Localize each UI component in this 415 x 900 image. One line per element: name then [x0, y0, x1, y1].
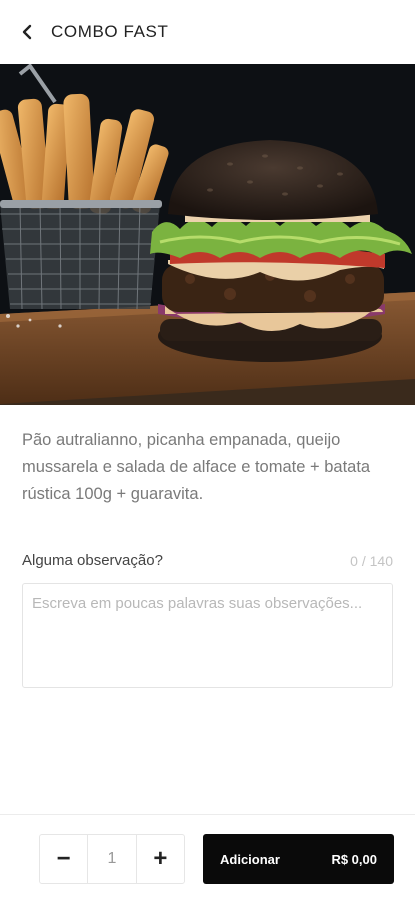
quantity-stepper: − 1 +: [39, 834, 185, 884]
quantity-value: 1: [87, 835, 137, 883]
observation-label: Alguma observação?: [22, 552, 163, 569]
footer-bar: − 1 + Adicionar R$ 0,00: [0, 814, 415, 900]
increase-quantity-button[interactable]: +: [137, 835, 184, 883]
plus-icon: +: [153, 845, 168, 872]
decrease-quantity-button[interactable]: −: [40, 835, 87, 883]
page-title: COMBO FAST: [51, 22, 169, 41]
product-description: Pão autralianno, picanha empanada, queij…: [22, 431, 371, 503]
observation-textarea[interactable]: [22, 583, 393, 688]
minus-icon: −: [56, 845, 71, 872]
back-button[interactable]: [12, 17, 42, 47]
add-button-label: Adicionar: [220, 851, 280, 867]
app-header: COMBO FAST: [0, 0, 415, 64]
product-detail-screen: COMBO FAST Pão autralianno, picanha empa…: [0, 0, 415, 900]
add-button-price: R$ 0,00: [331, 851, 377, 867]
add-to-cart-button[interactable]: Adicionar R$ 0,00: [203, 834, 394, 884]
product-image: [0, 64, 415, 405]
chevron-left-icon: [22, 24, 32, 40]
observation-char-counter: 0 / 140: [350, 553, 393, 569]
